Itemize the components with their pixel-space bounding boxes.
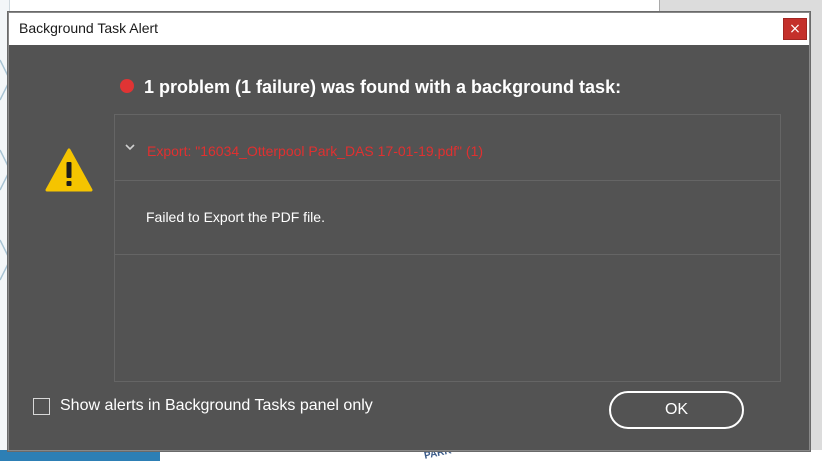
show-alerts-label: Show alerts in Background Tasks panel on… [60,397,373,414]
close-button[interactable]: × [783,18,807,40]
summary-line: 1 problem (1 failure) was found with a b… [120,77,621,98]
show-alerts-option[interactable]: Show alerts in Background Tasks panel on… [33,397,373,415]
dialog-title: Background Task Alert [19,20,159,36]
background-document-bottom: PARK [0,445,822,461]
chevron-down-icon[interactable] [123,141,137,153]
issue-row[interactable]: Export: "16034_Otterpool Park_DAS 17-01-… [115,115,780,181]
show-alerts-checkbox[interactable] [33,397,50,415]
red-dot-icon [120,78,134,93]
issue-title: Export: "16034_Otterpool Park_DAS 17-01-… [147,143,484,159]
issue-detail: Failed to Export the PDF file. [115,181,780,255]
background-document-top [10,0,660,12]
background-blue-strip [0,450,160,461]
summary-text: 1 problem (1 failure) was found with a b… [144,77,622,97]
background-task-alert-dialog: Background Task Alert × 1 problem (1 fai… [8,12,810,451]
issues-list: Export: "16034_Otterpool Park_DAS 17-01-… [114,114,781,382]
issue-detail-text: Failed to Export the PDF file. [146,209,325,225]
warning-triangle-icon [45,148,93,197]
dialog-titlebar[interactable]: Background Task Alert × [9,13,809,45]
ok-button[interactable]: OK [609,391,744,429]
